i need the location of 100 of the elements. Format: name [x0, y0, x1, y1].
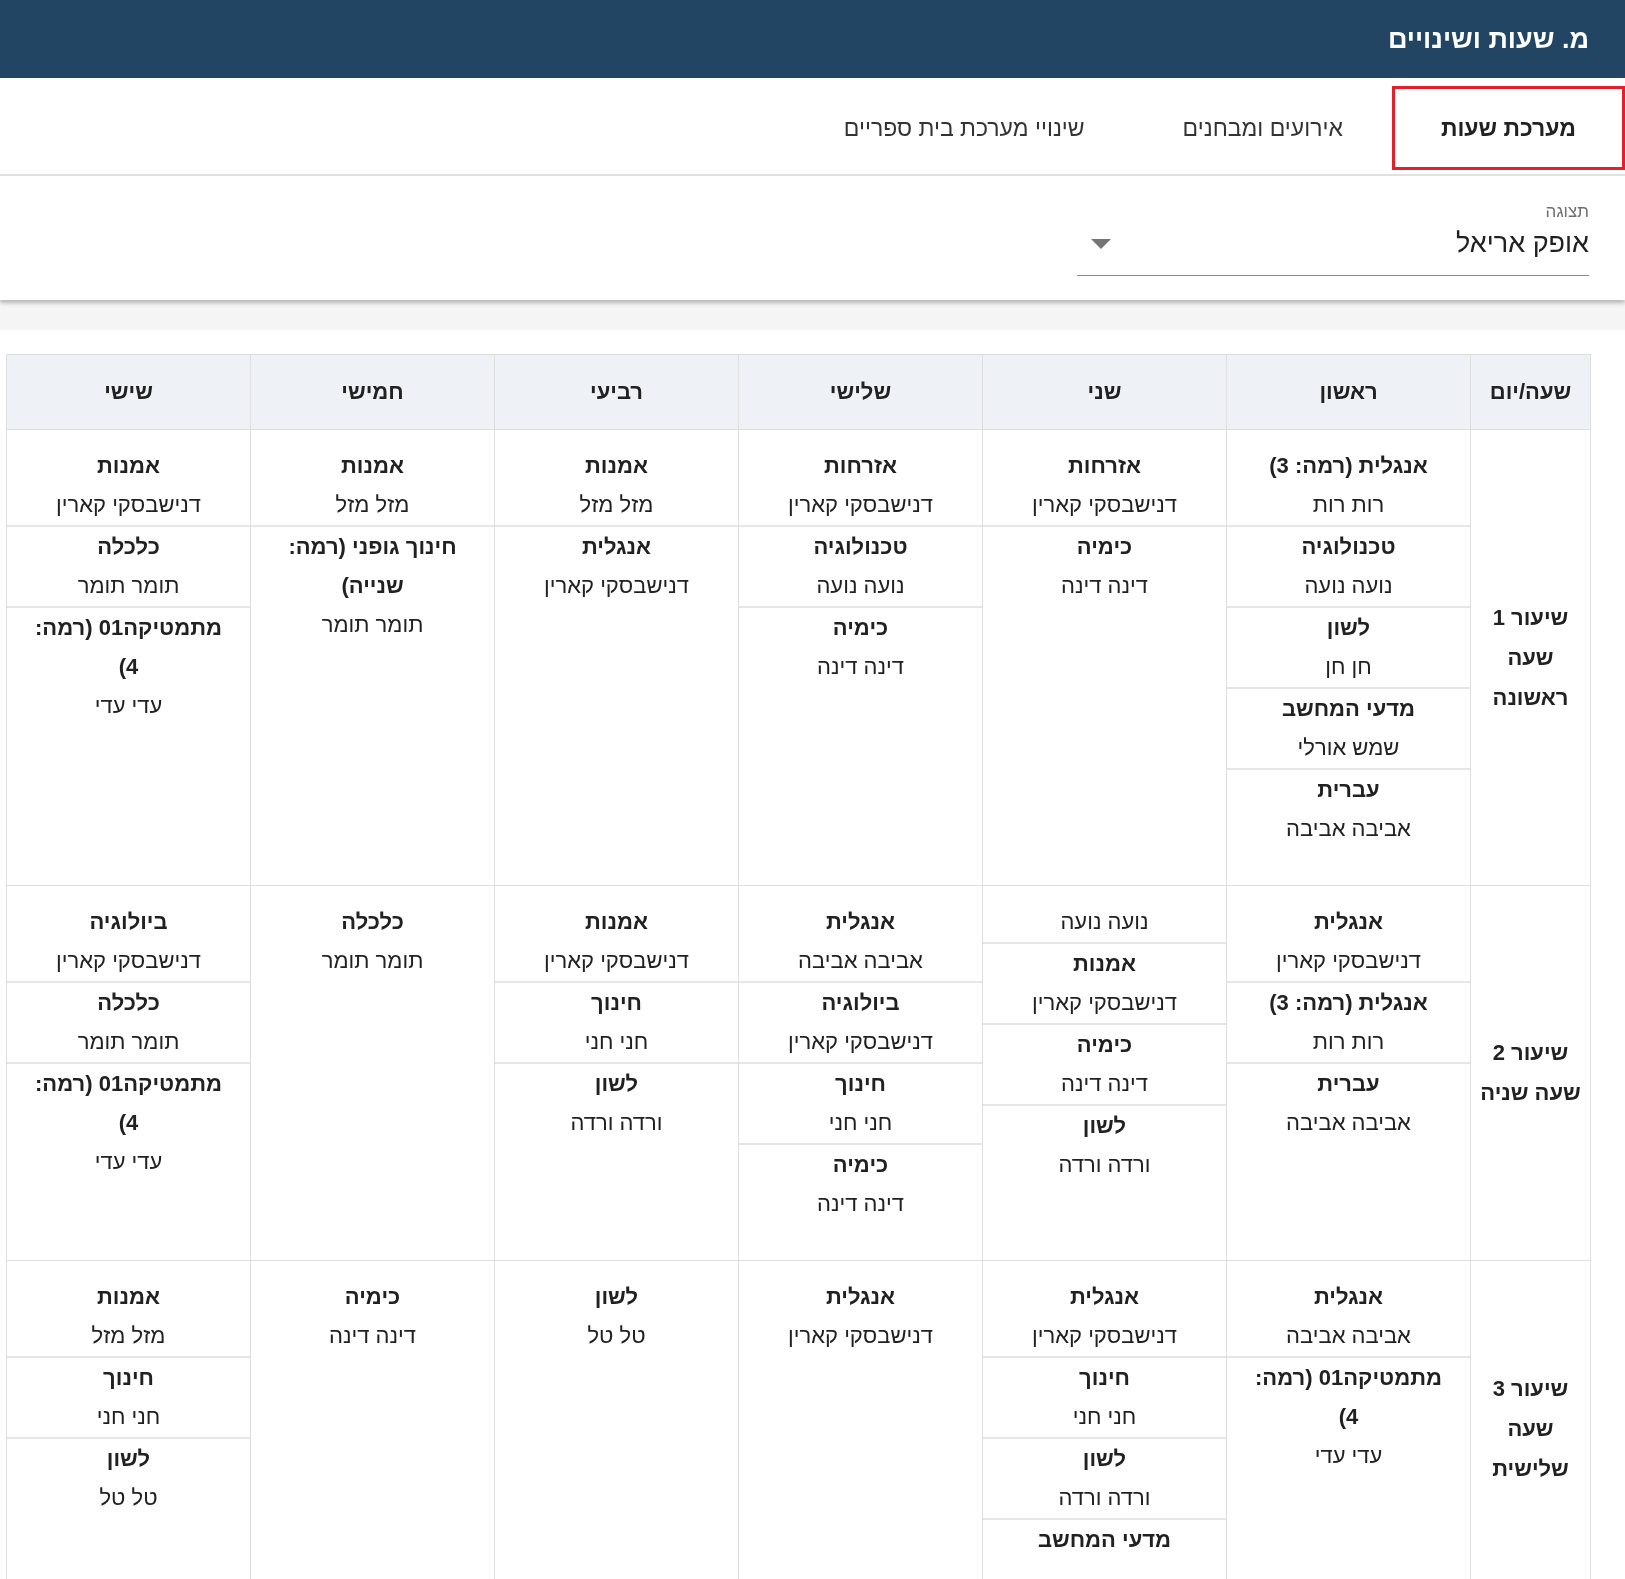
- subject-name: לשון: [1326, 614, 1371, 642]
- teacher-name: אביבה אביבה: [1286, 1322, 1411, 1350]
- teacher-name: טל טל: [587, 1322, 646, 1350]
- subject-name: מתמטיקה01 (רמה: 4): [34, 614, 223, 681]
- tab[interactable]: מערכת שעות: [1391, 86, 1625, 170]
- subject-name: לשון: [1082, 1445, 1127, 1473]
- row-header: שיעור 3 שעה שלישית: [1491, 1374, 1570, 1483]
- teacher-name: נועה נועה: [1060, 908, 1149, 936]
- subject-name: אזרחות: [1068, 452, 1141, 480]
- subject-name: מתמטיקה01 (רמה: 4): [34, 1070, 223, 1137]
- subject-name: אמנות: [341, 452, 404, 480]
- subject-name: אמנות: [1073, 950, 1136, 978]
- teacher-name: רות רות: [1312, 1028, 1385, 1056]
- subject-name: מדעי המחשב: [1281, 695, 1416, 723]
- teacher-name: חני חני: [584, 1028, 649, 1056]
- teacher-name: דנישבסקי קארין: [544, 947, 689, 975]
- teacher-name: אביבה אביבה: [1286, 815, 1411, 843]
- teacher-name: דנישבסקי קארין: [1276, 947, 1421, 975]
- column-header: ראשון: [1226, 354, 1471, 430]
- subject-name: לשון: [1082, 1112, 1127, 1140]
- teacher-name: דנישבסקי קארין: [56, 491, 201, 519]
- teacher-name: דנישבסקי קארין: [788, 491, 933, 519]
- subject-name: ביולוגיה: [89, 908, 168, 936]
- subject-name: כלכלה: [341, 908, 404, 936]
- teacher-name: חני חני: [1072, 1403, 1137, 1431]
- teacher-name: דינה דינה: [329, 1322, 416, 1350]
- subject-name: אזרחות: [824, 452, 897, 480]
- teacher-name: טל טל: [99, 1484, 158, 1512]
- subject-name: חינוך: [835, 1070, 886, 1098]
- page-title: מ. שעות ושינויים: [1387, 23, 1589, 55]
- teacher-name: ורדה ורדה: [1058, 1484, 1151, 1512]
- teacher-name: עדי עדי: [94, 1148, 163, 1176]
- caret-icon: [1091, 238, 1111, 249]
- column-header: שישי: [6, 354, 251, 430]
- tab[interactable]: אירועים ומבחנים: [1133, 86, 1392, 170]
- subject-name: חינוך: [1079, 1364, 1130, 1392]
- subject-name: אמנות: [585, 908, 648, 936]
- teacher-name: דינה דינה: [817, 1190, 904, 1218]
- teacher-name: דינה דינה: [1061, 572, 1148, 600]
- teacher-name: דינה דינה: [1061, 1070, 1148, 1098]
- teacher-name: אביבה אביבה: [1286, 1109, 1411, 1137]
- subject-name: אנגלית: [1313, 1283, 1384, 1311]
- teacher-name: דנישבסקי קארין: [788, 1322, 933, 1350]
- teacher-name: נועה נועה: [1304, 572, 1393, 600]
- teacher-name: דנישבסקי קארין: [788, 1028, 933, 1056]
- subject-name: אנגלית (רמה: 3): [1269, 989, 1428, 1017]
- teacher-name: תומר תומר: [77, 1028, 180, 1056]
- subject-name: אמנות: [97, 1283, 160, 1311]
- column-header: חמישי: [250, 354, 495, 430]
- subject-name: כימיה: [344, 1283, 401, 1311]
- teacher-name: תומר תומר: [321, 947, 424, 975]
- teacher-name: נועה נועה: [816, 572, 905, 600]
- teacher-name: ורדה ורדה: [570, 1109, 663, 1137]
- subject-name: עברית: [1317, 776, 1380, 804]
- column-header: רביעי: [494, 354, 739, 430]
- subject-name: אנגלית: [825, 1283, 896, 1311]
- column-header: שלישי: [738, 354, 983, 430]
- teacher-name: מזל מזל: [335, 491, 410, 519]
- subject-name: ביולוגיה: [821, 989, 900, 1017]
- subject-name: חינוך גופני (רמה: שנייה): [287, 533, 458, 600]
- subject-name: עברית: [1317, 1070, 1380, 1098]
- teacher-name: מזל מזל: [579, 491, 654, 519]
- teacher-name: תומר תומר: [77, 572, 180, 600]
- teacher-name: ורדה ורדה: [1058, 1151, 1151, 1179]
- subject-name: חינוך: [591, 989, 642, 1017]
- subject-name: אנגלית: [825, 908, 896, 936]
- teacher-name: תומר תומר: [321, 611, 424, 639]
- tab[interactable]: שינויי מערכת בית ספריים: [794, 86, 1134, 170]
- subject-name: לשון: [594, 1283, 639, 1311]
- subject-name: מדעי המחשב: [1037, 1526, 1172, 1554]
- teacher-name: שמש אורלי: [1297, 734, 1400, 762]
- subject-name: טכנולוגיה: [1301, 533, 1396, 561]
- subject-name: אמנות: [97, 452, 160, 480]
- teacher-name: דנישבסקי קארין: [544, 572, 689, 600]
- subject-name: כלכלה: [97, 989, 160, 1017]
- subject-name: אנגלית: [581, 533, 652, 561]
- subject-name: אנגלית (רמה: 3): [1269, 452, 1428, 480]
- teacher-name: מזל מזל: [91, 1322, 166, 1350]
- subject-name: כימיה: [832, 614, 889, 642]
- column-header: שעה/יום: [1470, 354, 1591, 430]
- view-select[interactable]: תצוגה אופק אריאל: [1077, 202, 1589, 276]
- subject-name: כימיה: [1076, 533, 1133, 561]
- row-header: שיעור 1 שעה ראשונה: [1491, 603, 1570, 712]
- teacher-name: חן חן: [1325, 653, 1372, 681]
- subject-name: כלכלה: [97, 533, 160, 561]
- subject-name: אנגלית: [1069, 1283, 1140, 1311]
- subject-name: אנגלית: [1313, 908, 1384, 936]
- subject-name: טכנולוגיה: [813, 533, 908, 561]
- subject-name: חינוך: [103, 1364, 154, 1392]
- teacher-name: דנישבסקי קארין: [1032, 491, 1177, 519]
- subject-name: כימיה: [832, 1151, 889, 1179]
- teacher-name: אביבה אביבה: [798, 947, 923, 975]
- teacher-name: דנישבסקי קארין: [56, 947, 201, 975]
- subject-name: אמנות: [585, 452, 648, 480]
- teacher-name: רות רות: [1312, 491, 1385, 519]
- column-header: שני: [982, 354, 1227, 430]
- teacher-name: דינה דינה: [817, 653, 904, 681]
- teacher-name: עדי עדי: [94, 692, 163, 720]
- subject-name: כימיה: [1076, 1031, 1133, 1059]
- row-header: שיעור 2 שעה שניה: [1479, 1039, 1582, 1107]
